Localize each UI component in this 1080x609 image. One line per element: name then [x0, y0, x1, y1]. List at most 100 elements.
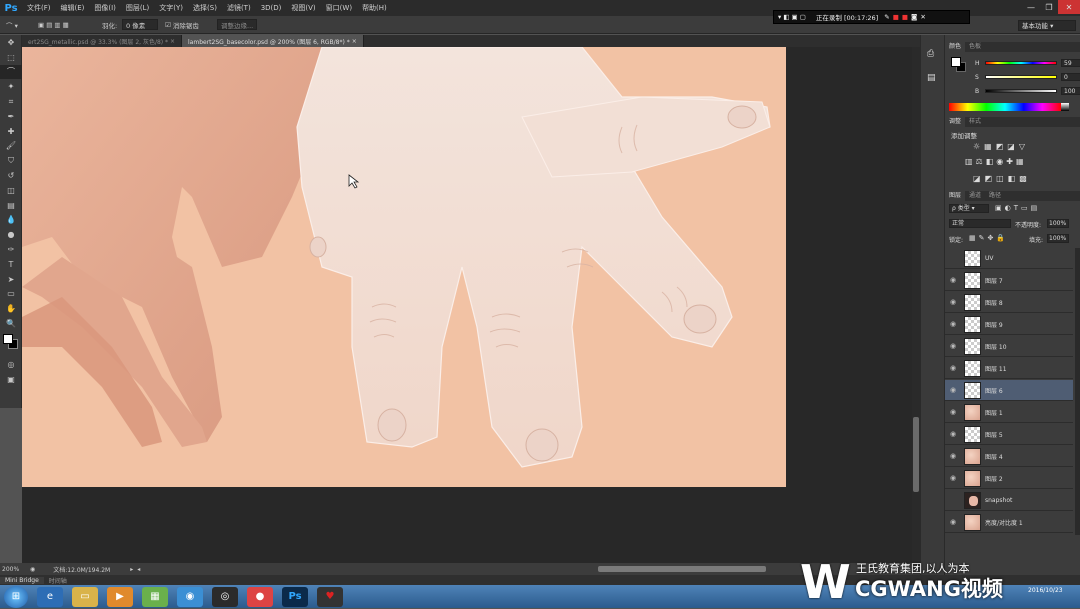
layer-row[interactable]: ◉ 图层 2	[945, 468, 1073, 489]
adjust-icons-row3[interactable]: ◪◩◫◧▩	[973, 174, 1031, 183]
shape-tool-icon[interactable]: ▭	[0, 287, 22, 302]
menu-file[interactable]: 文件(F)	[22, 3, 56, 13]
close-icon[interactable]: ✕	[1058, 0, 1080, 14]
brightness-value[interactable]: 100	[1061, 87, 1080, 95]
tab-layers[interactable]: 图层	[945, 191, 966, 201]
minimize-icon[interactable]: —	[1022, 0, 1040, 14]
type-tool-icon[interactable]: T	[0, 257, 22, 272]
lock-icons[interactable]: ▦✎✥🔒	[969, 234, 1008, 242]
close-icon[interactable]: ×	[170, 38, 175, 45]
opacity-input[interactable]: 100%	[1047, 219, 1069, 228]
layer-filter-select[interactable]: ρ 类型 ▾	[949, 204, 989, 213]
visibility-eye-icon[interactable]: ◉	[945, 518, 961, 526]
healing-tool-icon[interactable]: ✚	[0, 124, 22, 139]
menu-layer[interactable]: 图层(L)	[121, 3, 154, 13]
visibility-eye-icon[interactable]: ◉	[945, 430, 961, 438]
color-swatches[interactable]	[0, 331, 22, 357]
foreground-color[interactable]	[3, 333, 13, 344]
workspace-select[interactable]: 基本功能 ▾	[1018, 20, 1076, 31]
selection-mode-icons[interactable]: ▣ ▤ ▥ ▦	[38, 19, 69, 31]
screen-mode-icon[interactable]: ▣	[0, 372, 22, 387]
lasso-preset-icon[interactable]: ⌒ ▾	[6, 19, 18, 31]
spectrum-bw[interactable]	[1061, 103, 1069, 111]
photoshop-task-icon[interactable]: Ps	[282, 586, 308, 607]
hue-slider[interactable]	[985, 61, 1057, 65]
quick-mask-icon[interactable]: ◎	[0, 357, 22, 372]
history-brush-icon[interactable]: ↺	[0, 168, 22, 183]
pen-tool-icon[interactable]: ✑	[0, 242, 22, 257]
app-task-icon[interactable]: ♥	[317, 586, 343, 607]
brush-tool-icon[interactable]: 🖌	[0, 139, 22, 154]
crop-tool-icon[interactable]: ⌗	[0, 94, 22, 109]
stop-icon[interactable]: ■	[893, 13, 899, 21]
layer-row[interactable]: ◉ 图层 1	[945, 402, 1073, 423]
menu-help[interactable]: 帮助(H)	[357, 3, 392, 13]
visibility-eye-icon[interactable]: ◉	[945, 342, 961, 350]
adjust-icons-row2[interactable]: ▥⚖◧◉✚▦	[965, 157, 1027, 166]
layer-row[interactable]: ◉ 图层 11	[945, 358, 1073, 379]
hand-tool-icon[interactable]: ✋	[0, 301, 22, 316]
tab-timeline[interactable]: 时间轴	[44, 576, 72, 585]
visibility-eye-icon[interactable]: ◉	[945, 408, 961, 416]
photo-app-icon[interactable]: ▦	[142, 586, 168, 607]
media-player-icon[interactable]: ▶	[107, 586, 133, 607]
menu-3d[interactable]: 3D(D)	[256, 4, 287, 12]
quick-select-tool-icon[interactable]: ✦	[0, 79, 22, 94]
layer-row[interactable]: ◉ 图层 8	[945, 292, 1073, 313]
vertical-scrollbar[interactable]	[912, 47, 920, 564]
feather-input[interactable]: 0 像素	[122, 19, 158, 30]
fill-input[interactable]: 100%	[1047, 234, 1069, 243]
antialias-checkbox[interactable]: ☑ 消除锯齿	[165, 19, 199, 31]
layers-scrollbar[interactable]	[1075, 248, 1080, 535]
tab-styles[interactable]: 样式	[965, 117, 985, 127]
tab-swatches[interactable]: 色板	[965, 42, 985, 52]
layer-row[interactable]: ◉ 图层 4	[945, 446, 1073, 467]
menu-image[interactable]: 图像(I)	[89, 3, 121, 13]
layer-row[interactable]: ◉ 图层 6	[945, 380, 1073, 401]
layer-filter-icons[interactable]: ▣◐T▭▤	[995, 204, 1040, 212]
tab-adjustments[interactable]: 调整	[945, 117, 966, 127]
path-select-icon[interactable]: ➤	[0, 272, 22, 287]
gradient-tool-icon[interactable]: ▤	[0, 198, 22, 213]
layer-row[interactable]: snapshot	[945, 490, 1073, 511]
zoom-tool-icon[interactable]: 🔍	[0, 316, 22, 331]
start-button-icon[interactable]: ⊞	[4, 585, 28, 608]
recorder-app-icon[interactable]: ◎	[212, 586, 238, 607]
tab-metallic[interactable]: ert2SG_metallic.psd @ 33.3% (图层 2, 灰色/8)…	[22, 35, 183, 47]
properties-panel-icon[interactable]: ▤	[927, 73, 936, 83]
layer-row[interactable]: ◉ 图层 7	[945, 270, 1073, 291]
visibility-eye-icon[interactable]: ◉	[945, 452, 961, 460]
maximize-icon[interactable]: ❐	[1040, 0, 1058, 14]
pause-icon[interactable]: ■	[902, 13, 908, 21]
move-tool-icon[interactable]: ✥	[0, 35, 22, 50]
camera-icon[interactable]: ◙	[911, 13, 917, 21]
visibility-eye-icon[interactable]: ◉	[945, 276, 961, 284]
pen-icon[interactable]: ✎	[884, 13, 889, 21]
recorder-close-icon[interactable]: ✕	[920, 13, 925, 21]
visibility-eye-icon[interactable]: ◉	[945, 386, 961, 394]
eraser-tool-icon[interactable]: ◫	[0, 183, 22, 198]
menu-select[interactable]: 选择(S)	[188, 3, 222, 13]
layer-row[interactable]: ◉ 图层 5	[945, 424, 1073, 445]
stamp-tool-icon[interactable]: ⛉	[0, 153, 22, 168]
scroll-left-icon[interactable]: ◂	[137, 566, 140, 573]
color-spectrum[interactable]	[949, 103, 1061, 111]
recorder-menu-icon[interactable]: ▾ ◧ ▣ ▢	[778, 13, 806, 21]
close-icon[interactable]: ×	[352, 38, 357, 45]
history-panel-icon[interactable]: ⎙	[927, 49, 934, 59]
ie-icon[interactable]: e	[37, 586, 63, 607]
eyedropper-tool-icon[interactable]: ✒	[0, 109, 22, 124]
layer-row[interactable]: UV	[945, 248, 1073, 269]
lasso-tool-icon[interactable]: ⌒	[0, 64, 22, 80]
menu-edit[interactable]: 编辑(E)	[56, 3, 90, 13]
marquee-tool-icon[interactable]: ⬚	[0, 50, 22, 65]
refine-edge-button[interactable]: 调整边缘...	[217, 19, 258, 30]
blur-tool-icon[interactable]: 💧	[0, 213, 22, 228]
tab-basecolor[interactable]: lambert2SG_basecolor.psd @ 200% (图层 6, R…	[182, 35, 364, 47]
fg-color-chip[interactable]	[951, 57, 961, 67]
canvas[interactable]	[22, 47, 786, 487]
tab-channels[interactable]: 通道	[965, 191, 985, 201]
hue-value[interactable]: 59	[1061, 59, 1080, 67]
layer-row[interactable]: ◉ 图层 9	[945, 314, 1073, 335]
tab-color[interactable]: 颜色	[945, 42, 966, 52]
